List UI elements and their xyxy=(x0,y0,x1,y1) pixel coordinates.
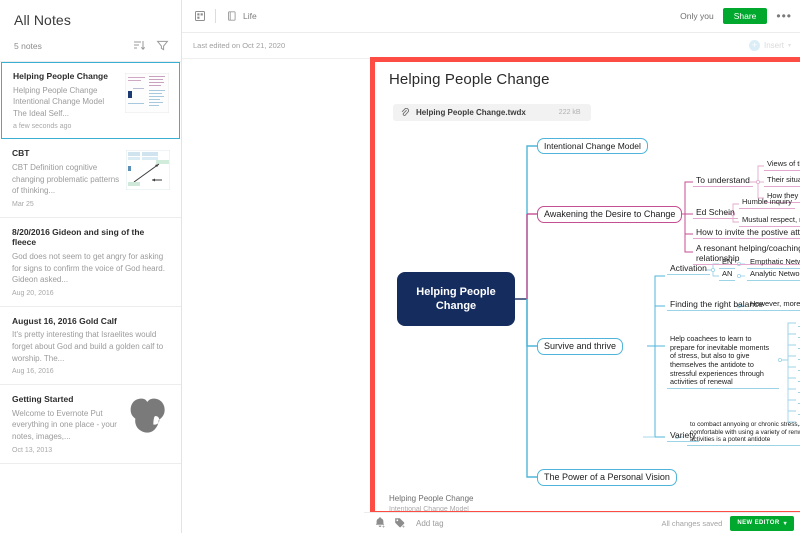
page-title: Helping People Change xyxy=(389,71,550,88)
list-item[interactable]: 8/20/2016 Gideon and sing of the fleece … xyxy=(0,218,181,307)
mindmap-branch-awakening-the-desire-to-change[interactable]: Awakening the Desire to Change xyxy=(537,206,683,223)
more-options-icon[interactable]: ••• xyxy=(776,10,792,22)
notebook-label: Life xyxy=(243,11,257,21)
note-item-snippet: Helping People Change Intentional Change… xyxy=(13,85,105,118)
note-item-snippet: God does not seem to get angry for askin… xyxy=(12,252,165,285)
tag-icon[interactable]: + xyxy=(394,517,406,529)
new-editor-label: NEW EDITOR xyxy=(737,520,780,526)
attachment-name: Helping People Change.twdx xyxy=(416,108,526,117)
mindmap-node-mutual-respect[interactable]: Mustual respect, mutual trust xyxy=(739,215,800,227)
note-item-snippet: It's pretty interesting that Israelites … xyxy=(12,330,164,363)
note-list-sidebar: All Notes 5 notes Helping People Change … xyxy=(0,0,182,533)
mindmap-node-to-understand[interactable]: To understand xyxy=(693,175,753,188)
mindmap-node-an-abbr[interactable]: AN xyxy=(719,269,736,281)
mindmap-node-ed-schein[interactable]: Ed Schein xyxy=(693,207,738,220)
mindmap-node-more-pea-than-nea[interactable]: However, more PEA is needed than NEA xyxy=(747,299,800,311)
note-meta-bar: Last edited on Oct 21, 2020 + Insert ▾ xyxy=(182,33,800,59)
note-thumbnail xyxy=(126,150,170,191)
mindmap-image[interactable]: Helping People Change Intentional Change… xyxy=(375,124,800,494)
note-thumbnail xyxy=(125,73,169,113)
note-item-title: CBT xyxy=(12,148,30,159)
save-status-label: All changes saved xyxy=(661,518,723,528)
note-item-date: Mar 25 xyxy=(12,200,34,208)
notebook-icon xyxy=(224,9,239,24)
mindmap-node-variety-detail[interactable]: to combact annyoing or chronic stress, b… xyxy=(687,421,800,447)
mindmap-node-analytic-network[interactable]: Analytic Network xyxy=(747,269,800,281)
sidebar-title: All Notes xyxy=(14,12,71,28)
chevron-down-icon: ▾ xyxy=(783,520,787,527)
list-item[interactable]: Getting Started Welcome to Evernote Put … xyxy=(0,385,181,464)
list-item[interactable]: CBT CBT Definition cognitive changing pr… xyxy=(0,139,181,218)
note-item-date: Oct 13, 2013 xyxy=(12,446,53,454)
svg-text:+: + xyxy=(382,524,385,529)
mindmap-branch-the-power-of-a-personal-vision[interactable]: The Power of a Personal Vision xyxy=(537,469,677,486)
note-item-date: Aug 20, 2016 xyxy=(12,289,54,297)
list-item[interactable]: August 16, 2016 Gold Calf It's pretty in… xyxy=(0,307,181,386)
last-edited-label: Last edited on Oct 21, 2020 xyxy=(193,41,286,50)
evernote-window: All Notes 5 notes Helping People Change … xyxy=(0,0,800,533)
toolbar-divider xyxy=(215,9,216,23)
note-editor-pane: Life Only you Share ••• Last edited on O… xyxy=(182,0,800,533)
mindmap-node-their-situation[interactable]: Their situation xyxy=(764,175,800,187)
note-list: Helping People Change Helping People Cha… xyxy=(0,61,181,464)
filter-icon[interactable] xyxy=(156,39,169,52)
paperclip-icon xyxy=(401,108,409,117)
note-footer-bar: + + Add tag All changes saved NEW EDITOR… xyxy=(364,512,800,533)
mindmap-branch-intentional-change-model[interactable]: Intentional Change Model xyxy=(537,138,648,155)
note-footer-text-1: Helping People Change xyxy=(389,494,474,503)
mindmap-node-how-to-invite-the-positive-attractor[interactable]: How to invite the postive attractor xyxy=(693,227,800,240)
note-toolbar: Life Only you Share ••• xyxy=(182,0,800,33)
mindmap-branch-survive-and-thrive[interactable]: Survive and thrive xyxy=(537,338,624,355)
attachment-size: 222 kB xyxy=(558,109,581,116)
note-body-highlight-frame: Helping People Change Helping People Cha… xyxy=(370,57,800,516)
mindmap-node-en-abbr[interactable]: EN xyxy=(719,257,736,269)
mindmap-node-humble-inquiry[interactable]: Humble inquiry xyxy=(739,197,796,209)
note-item-date: Aug 16, 2016 xyxy=(12,368,54,376)
chevron-down-icon: ▾ xyxy=(787,43,791,49)
note-count-label: 5 notes xyxy=(14,40,42,51)
note-footer-text-2: Intentional Change Model xyxy=(389,506,469,511)
new-editor-button[interactable]: NEW EDITOR ▾ xyxy=(730,515,794,531)
sharing-status-label: Only you xyxy=(680,11,714,21)
add-tag-button[interactable]: Add tag xyxy=(416,519,444,528)
mindmap-root-node[interactable]: Helping People Change xyxy=(397,272,515,326)
expand-note-icon[interactable] xyxy=(192,9,207,24)
evernote-elephant-icon xyxy=(126,396,170,436)
sort-icon[interactable] xyxy=(132,39,145,52)
attachment-chip[interactable]: Helping People Change.twdx 222 kB xyxy=(393,104,591,121)
plus-circle-icon: + xyxy=(748,40,760,51)
insert-label: Insert xyxy=(763,41,784,50)
note-item-title: Helping People Change xyxy=(13,71,108,81)
note-item-title: Getting Started xyxy=(12,394,74,405)
mindmap-node-help-coachees-text[interactable]: Help coachees to learn to prepare for in… xyxy=(667,334,779,389)
sidebar-toolbar: 5 notes xyxy=(0,36,181,61)
note-item-title: August 16, 2016 Gold Calf xyxy=(12,315,117,326)
mindmap-node-activation[interactable]: Activation xyxy=(667,263,710,276)
note-item-snippet: CBT Definition cognitive changing proble… xyxy=(12,163,120,196)
svg-text:+: + xyxy=(402,524,405,529)
note-item-date: a few seconds ago xyxy=(13,123,72,131)
notebook-selector[interactable]: Life xyxy=(224,9,257,24)
reminder-bell-icon[interactable]: + xyxy=(374,517,386,529)
list-item[interactable]: Helping People Change Helping People Cha… xyxy=(1,62,180,140)
note-item-title: 8/20/2016 Gideon and sing of the fleece xyxy=(12,226,145,248)
mindmap-node-views-of-the-world[interactable]: Views of the world xyxy=(764,159,800,171)
insert-menu[interactable]: + Insert ▾ xyxy=(748,40,791,51)
mindmap-node-empathic-network[interactable]: Empthatic Network xyxy=(747,257,800,269)
share-button[interactable]: Share xyxy=(722,7,768,25)
note-item-snippet: Welcome to Evernote Put everything in on… xyxy=(12,408,117,442)
note-body[interactable]: Helping People Change Helping People Cha… xyxy=(375,62,800,511)
